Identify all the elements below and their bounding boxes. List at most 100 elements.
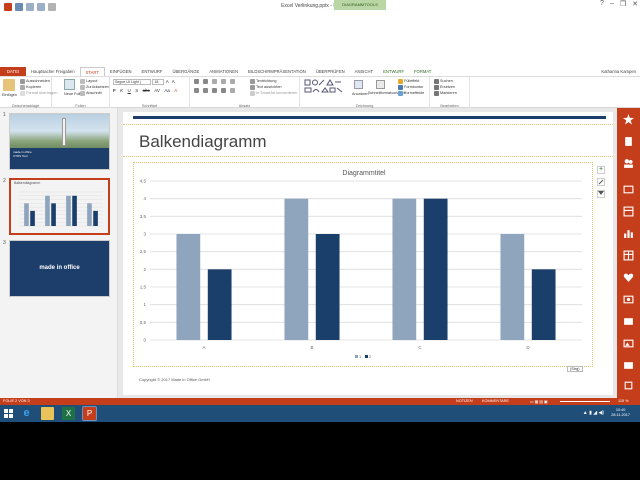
- x-tick-label: B: [310, 345, 313, 350]
- quick-styles-icon[interactable]: [376, 80, 385, 89]
- shapes-gallery-icon[interactable]: [304, 79, 348, 97]
- arrange-button[interactable]: Anordnen: [352, 91, 368, 97]
- slide-thumbnails-pane: 1 made in office CTDS Tool 2 Balkendiagra…: [0, 108, 118, 398]
- tab-view[interactable]: ANSICHT: [350, 67, 378, 76]
- underline-icon[interactable]: U: [128, 88, 131, 93]
- slide-thumbnail-3[interactable]: made in office: [9, 240, 110, 297]
- y-tick-label: 3,5: [140, 214, 147, 219]
- notes-button[interactable]: NOTIZEN: [456, 399, 473, 403]
- indent-decrease-icon[interactable]: [212, 79, 217, 84]
- paste-button[interactable]: Einfügen: [2, 92, 17, 98]
- shape-effects-button[interactable]: Formeffekte: [398, 90, 424, 96]
- textbox-icon[interactable]: [623, 316, 634, 327]
- tab-animations[interactable]: ANIMATIONEN: [204, 67, 243, 76]
- city-photo: [10, 114, 109, 148]
- numbering-icon[interactable]: [203, 79, 208, 84]
- windows-start-icon[interactable]: [4, 409, 13, 418]
- paste-icon[interactable]: [3, 79, 15, 91]
- powerpoint-icon[interactable]: P: [82, 406, 97, 421]
- italic-icon[interactable]: K: [120, 88, 123, 93]
- new-slide-icon[interactable]: [64, 79, 75, 90]
- user-name[interactable]: Katharina Kampen: [601, 67, 636, 76]
- font-color-icon[interactable]: A: [174, 88, 177, 93]
- y-tick-label: 1: [143, 302, 146, 307]
- image-icon[interactable]: [623, 338, 634, 349]
- chart-icon[interactable]: [623, 228, 634, 239]
- shadow-icon[interactable]: S: [135, 88, 138, 93]
- shrink-font-icon[interactable]: A: [172, 79, 175, 84]
- document-icon[interactable]: [623, 136, 634, 147]
- media-icon[interactable]: [623, 360, 634, 371]
- font-size-select[interactable]: 18: [152, 79, 165, 85]
- file-explorer-icon[interactable]: [41, 407, 54, 420]
- spacing-icon[interactable]: AV: [154, 88, 160, 93]
- copy-icon: [20, 84, 25, 90]
- internet-explorer-icon[interactable]: e: [20, 407, 33, 420]
- indent-increase-icon[interactable]: [221, 79, 226, 84]
- bar-D-series-2: [93, 210, 98, 226]
- chart-title: Diagrammtitel: [342, 170, 386, 177]
- arrange-icon[interactable]: [354, 80, 363, 89]
- columns-icon[interactable]: [230, 88, 235, 93]
- excel-icon[interactable]: X: [62, 407, 75, 420]
- slide-thumbnail-2[interactable]: Balkendiagramm: [9, 178, 110, 235]
- font-name-select[interactable]: Segoe UI Light (: [113, 79, 151, 85]
- star-icon[interactable]: [623, 114, 634, 125]
- replace-icon: [434, 84, 439, 90]
- ribbon-tabs: DATEI Hauptsache! Freigaben START EINFÜG…: [0, 67, 640, 76]
- minimize-icon[interactable]: –: [610, 0, 614, 8]
- tab-custom[interactable]: Hauptsache! Freigaben: [26, 67, 80, 76]
- slide-thumbnail-1[interactable]: made in office CTDS Tool: [9, 113, 110, 170]
- restore-icon[interactable]: ❐: [620, 0, 626, 8]
- justify-icon[interactable]: [221, 88, 226, 93]
- thumbnail-chart: [19, 191, 103, 227]
- help-icon[interactable]: ?: [600, 0, 604, 8]
- strikethrough-icon[interactable]: abc: [143, 88, 150, 93]
- tab-chart-format[interactable]: FORMAT: [409, 67, 436, 76]
- table-icon[interactable]: [623, 250, 634, 261]
- bold-icon[interactable]: F: [113, 88, 116, 93]
- slide-title[interactable]: Balkendiagramm: [139, 132, 267, 152]
- paste-options-tag[interactable]: (Strg): [567, 366, 583, 372]
- comments-button[interactable]: KOMMENTARE: [482, 399, 509, 403]
- chart-elements-icon[interactable]: +: [597, 166, 605, 174]
- settings-icon[interactable]: [623, 380, 634, 391]
- zoom-slider[interactable]: [560, 401, 610, 402]
- bullets-icon[interactable]: [194, 79, 199, 84]
- align-left-icon[interactable]: [194, 88, 199, 93]
- view-buttons[interactable]: ▭ ▦ ▤ ▣: [530, 399, 548, 404]
- zoom-level[interactable]: 115 %: [618, 399, 628, 403]
- tab-insert[interactable]: EINFÜGEN: [105, 67, 137, 76]
- slide-counter: FOLIE 2 VON 3: [3, 399, 30, 403]
- select-button[interactable]: Markieren: [434, 90, 457, 96]
- find-icon: [434, 78, 439, 84]
- picture-icon[interactable]: [623, 184, 634, 195]
- tab-chart-design[interactable]: ENTWURF: [378, 67, 409, 76]
- clock[interactable]: 10:40 28.11.2017: [611, 408, 630, 418]
- people-icon[interactable]: [623, 158, 634, 169]
- system-tray-icons[interactable]: ▲ ▮ ◢ ◀): [583, 410, 604, 416]
- smartart-button[interactable]: In SmartArt konvertieren: [250, 90, 297, 96]
- chart-styles-icon[interactable]: [597, 178, 605, 186]
- align-center-icon[interactable]: [203, 88, 208, 93]
- tab-start[interactable]: START: [79, 67, 105, 76]
- chart-filter-icon[interactable]: [597, 190, 605, 198]
- quick-styles-button[interactable]: Schnellformatvorlagen: [368, 91, 406, 95]
- heart-icon[interactable]: [623, 272, 634, 283]
- tab-slideshow[interactable]: BILDSCHIRMPRÄSENTATION: [243, 67, 311, 76]
- bar-chart[interactable]: Diagrammtitel 0 0,5 1 1,5 2 2,5 3 3,5 4 4,5 A B C D 1 2: [138, 167, 590, 362]
- group-drawing: Anordnen Schnellformatvorlagen Fülleffek…: [300, 77, 430, 109]
- align-right-icon[interactable]: [212, 88, 217, 93]
- grow-font-icon[interactable]: A: [166, 79, 169, 84]
- legend-label: 2: [369, 354, 372, 359]
- tab-design[interactable]: ENTWURF: [137, 67, 168, 76]
- close-icon[interactable]: ✕: [632, 0, 638, 8]
- section-button[interactable]: Abschnitt: [80, 90, 102, 96]
- tab-transitions[interactable]: ÜBERGÄNGE: [167, 67, 204, 76]
- line-spacing-icon[interactable]: [230, 79, 235, 84]
- case-icon[interactable]: Aa: [164, 88, 170, 93]
- layout-icon[interactable]: [623, 206, 634, 217]
- tab-review[interactable]: ÜBERPRÜFEN: [311, 67, 350, 76]
- map-icon[interactable]: [623, 294, 634, 305]
- tab-file[interactable]: DATEI: [0, 67, 27, 76]
